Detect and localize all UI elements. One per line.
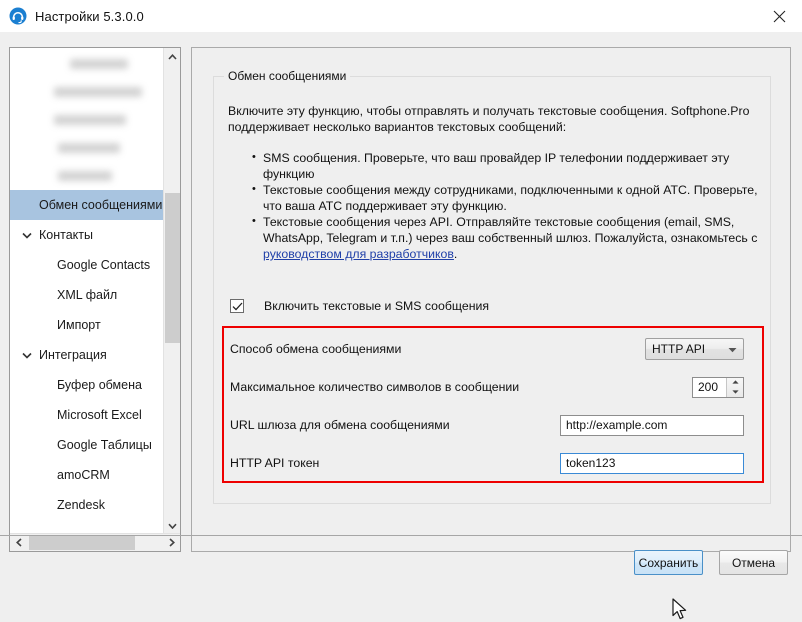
chevron-right-icon [168,538,175,547]
sidebar-item-label: Интеграция [39,348,107,362]
enable-messaging-row[interactable]: Включить текстовые и SMS сообщения [230,299,489,313]
enable-messaging-label: Включить текстовые и SMS сообщения [264,299,490,313]
sidebar-item-import[interactable]: Импорт [10,310,163,340]
groupbox-title: Обмен сообщениями [224,69,351,83]
developer-guide-link[interactable]: руководством для разработчиков [263,247,454,261]
scrollbar-thumb-vertical[interactable] [165,193,180,343]
title-bar: Настройки 5.3.0.0 [0,0,802,32]
method-value: HTTP API [652,342,706,356]
sidebar-item-clipboard[interactable]: Буфер обмена [10,370,163,400]
chevron-down-icon [20,228,34,242]
chevron-down-icon [20,348,34,362]
messaging-groupbox: Обмен сообщениями Включите эту функцию, … [213,69,771,504]
blurred-item [10,106,163,134]
intro-text: Включите эту функцию, чтобы отправлять и… [228,104,750,134]
sidebar-item-google-sheets[interactable]: Google Таблицы [10,430,163,460]
api-token-row: HTTP API токен token123 [230,444,756,482]
sidebar-group-contacts[interactable]: Контакты [10,220,163,250]
feature-bullet-list: SMS сообщения. Проверьте, что ваш провай… [252,149,760,262]
spinner-up-icon [731,380,739,384]
sidebar-item-label: Импорт [57,318,101,332]
gateway-url-row: URL шлюза для обмена сообщениями http://… [230,406,756,444]
max-chars-label: Максимальное количество символов в сообщ… [230,380,520,394]
chevron-down-icon [168,523,177,529]
sidebar-item-zendesk[interactable]: Zendesk [10,490,163,520]
main-panel: Обмен сообщениями Включите эту функцию, … [191,47,791,552]
close-icon [773,10,786,22]
footer-actions: Сохранить Отмена [634,550,788,575]
method-dropdown[interactable]: HTTP API [645,338,744,360]
list-item: SMS сообщения. Проверьте, что ваш провай… [252,149,760,182]
settings-tree: Обмен сообщениями Контакты Google Contac… [9,47,181,552]
gateway-url-label: URL шлюза для обмена сообщениями [230,418,450,432]
scrollbar-thumb-horizontal[interactable] [29,535,135,550]
blurred-items-region [10,48,163,190]
api-token-label: HTTP API токен [230,456,320,470]
sidebar-item-google-contacts[interactable]: Google Contacts [10,250,163,280]
blurred-item [10,162,163,190]
blurred-item [10,50,163,78]
sidebar-item-label: Контакты [39,228,93,242]
sidebar-item-label: amoCRM [57,468,110,482]
caret-down-icon [728,342,737,356]
stepper-down-button[interactable] [727,387,743,397]
tree-viewport: Обмен сообщениями Контакты Google Contac… [10,48,163,534]
sidebar-item-label: Буфер обмена [57,378,142,392]
headset-icon [9,7,27,25]
max-chars-value: 200 [698,380,719,394]
window-body: Обмен сообщениями Контакты Google Contac… [0,32,802,620]
max-chars-row: Максимальное количество символов в сообщ… [230,368,756,406]
bullet-text: SMS сообщения. Проверьте, что ваш провай… [263,151,730,181]
api-token-input[interactable]: token123 [560,452,744,474]
sidebar-item-label: Google Таблицы [57,438,152,452]
sidebar-item-label: Обмен сообщениями [39,198,163,212]
chevron-up-icon [168,53,177,60]
spinner-down-icon [731,390,739,394]
max-chars-stepper[interactable]: 200 [692,376,744,398]
checkmark-icon [232,302,242,311]
sidebar-item-messaging[interactable]: Обмен сообщениями [10,190,163,220]
sidebar-item-xml-file[interactable]: XML файл [10,280,163,310]
sidebar-item-label: Microsoft Excel [57,408,142,422]
method-label: Способ обмена сообщениями [230,342,402,356]
bullet-text-suffix: . [453,247,458,261]
list-item: Текстовые сообщения между сотрудниками, … [252,181,760,214]
close-button[interactable] [757,0,802,32]
save-button[interactable]: Сохранить [634,550,703,575]
scroll-up-button[interactable] [164,48,180,65]
blurred-item [10,134,163,162]
method-row: Способ обмена сообщениями HTTP API [230,330,756,368]
sidebar-item-label: Zendesk [57,498,105,512]
scroll-down-button[interactable] [164,517,180,534]
sidebar-item-label: XML файл [57,288,118,302]
messaging-form: Способ обмена сообщениями HTTP API Макси… [230,330,756,482]
scroll-right-button[interactable] [163,534,180,551]
footer-separator [0,535,802,536]
sidebar-group-integration[interactable]: Интеграция [10,340,163,370]
window-title: Настройки 5.3.0.0 [35,8,144,24]
blurred-item [10,78,163,106]
enable-messaging-checkbox[interactable] [230,299,244,313]
cancel-button[interactable]: Отмена [719,550,788,575]
gateway-url-input[interactable]: http://example.com [560,414,744,436]
stepper-buttons[interactable] [726,377,743,397]
stepper-up-button[interactable] [727,378,743,388]
sidebar-item-amocrm[interactable]: amoCRM [10,460,163,490]
sidebar-item-microsoft-excel[interactable]: Microsoft Excel [10,400,163,430]
sidebar-item-label: Google Contacts [57,258,151,272]
bullet-text: Текстовые сообщения через API. Отправляй… [263,215,758,245]
chevron-left-icon [15,538,22,547]
bullet-text: Текстовые сообщения между сотрудниками, … [263,183,758,213]
sidebar-vertical-scrollbar[interactable] [163,48,180,534]
scroll-left-button[interactable] [10,534,27,551]
list-item: Текстовые сообщения через API. Отправляй… [252,213,760,262]
